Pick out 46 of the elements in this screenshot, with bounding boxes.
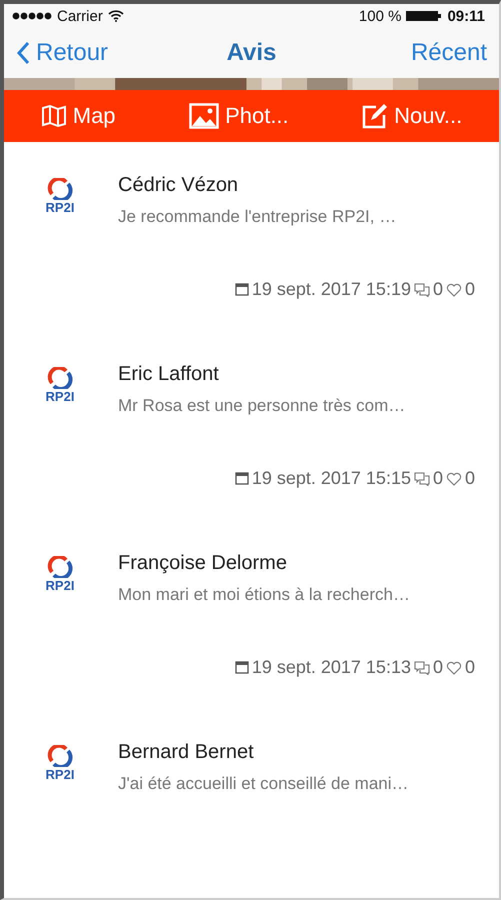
calendar-icon	[234, 283, 249, 296]
like-count: 0	[464, 468, 475, 489]
like-count: 0	[464, 279, 475, 300]
company-logo: RP2I	[40, 367, 80, 409]
heart-icon	[446, 282, 462, 296]
review-excerpt: Je recommande l'entreprise RP2I, …	[118, 207, 398, 227]
review-date: 19 sept. 2017 15:13	[252, 657, 411, 678]
recent-button[interactable]: Récent	[410, 39, 487, 68]
edit-icon	[362, 103, 388, 130]
comment-count: 0	[432, 468, 443, 489]
screen-title: Avis	[226, 39, 276, 68]
clock: 09:11	[447, 8, 485, 25]
company-logo: RP2I	[40, 178, 80, 220]
map-button[interactable]: Map	[38, 99, 118, 134]
author-name: Eric Laffont	[118, 363, 220, 386]
comment-count: 0	[432, 657, 443, 678]
author-name: Françoise Delorme	[118, 552, 288, 575]
comment-icon	[414, 660, 430, 674]
comment-count: 0	[432, 279, 443, 300]
calendar-icon	[234, 661, 249, 674]
comment-icon	[414, 282, 430, 296]
company-logo: RP2I	[40, 556, 80, 598]
battery-percent: 100 %	[358, 8, 402, 25]
new-button[interactable]: Nouv...	[360, 99, 464, 134]
back-button[interactable]: Retour	[16, 39, 108, 68]
heart-icon	[446, 472, 462, 486]
wifi-icon	[108, 10, 124, 22]
chevron-left-icon	[16, 41, 30, 66]
review-date: 19 sept. 2017 15:19	[252, 279, 411, 300]
map-icon	[40, 104, 67, 128]
carrier-name: Carrier	[57, 8, 103, 25]
like-count: 0	[464, 657, 475, 678]
review-date: 19 sept. 2017 15:15	[252, 468, 411, 489]
review-excerpt: Mr Rosa est une personne très com…	[118, 396, 406, 416]
comment-icon	[414, 472, 430, 486]
battery-icon	[406, 10, 442, 22]
review-excerpt: J'ai été accueilli et conseillé de mani…	[118, 774, 410, 794]
signal-icon	[12, 12, 52, 20]
review-excerpt: Mon mari et moi étions à la recherch…	[118, 585, 411, 605]
photo-button[interactable]: Phot...	[187, 99, 291, 134]
calendar-icon	[234, 472, 249, 485]
image-icon	[189, 103, 220, 130]
heart-icon	[446, 660, 462, 674]
company-logo: RP2I	[40, 745, 80, 787]
author-name: Cédric Vézon	[118, 174, 240, 197]
author-name: Bernard Bernet	[118, 741, 255, 764]
